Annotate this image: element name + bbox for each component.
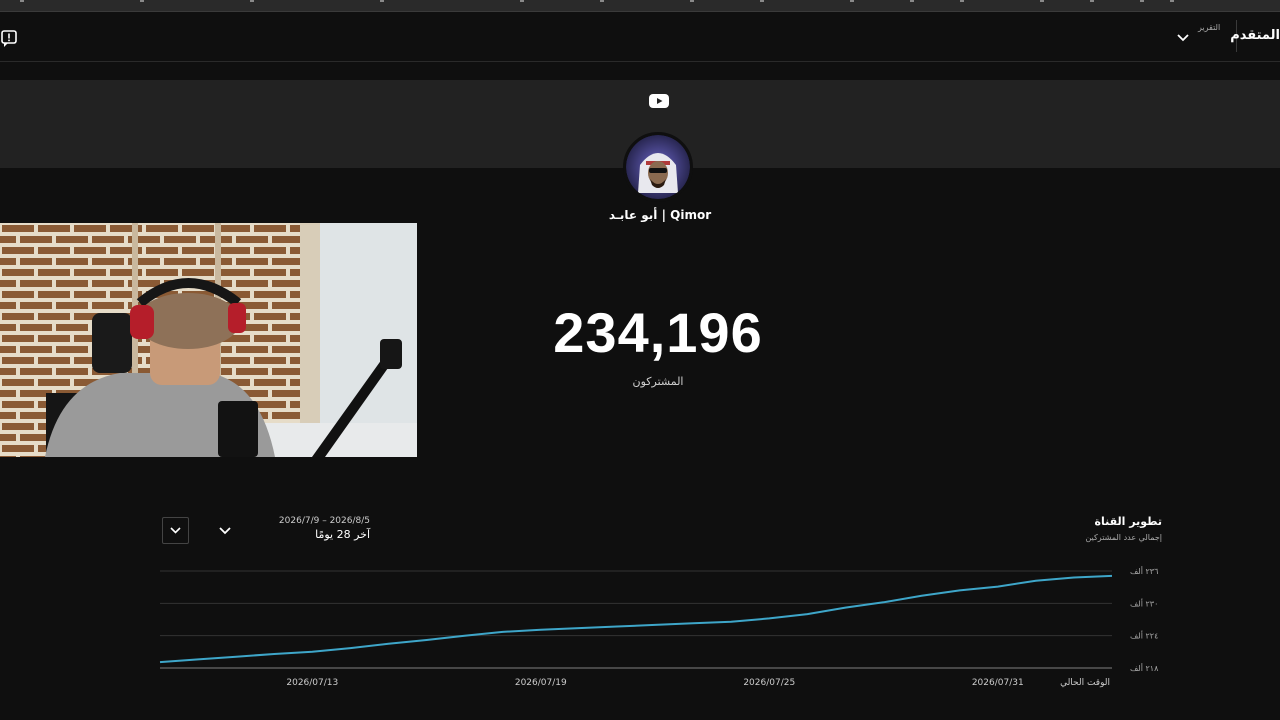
- tab-indicator: [960, 0, 964, 2]
- section-subtitle: إجمالي عدد المشتركين: [1085, 533, 1162, 542]
- chart-options-button[interactable]: [162, 517, 189, 544]
- date-range-label: آخر 28 يومًا: [315, 528, 370, 541]
- tab-indicator: [690, 0, 694, 2]
- tab-indicator: [760, 0, 764, 2]
- y-tick-label: ٢٢٤ ألف: [1130, 631, 1158, 641]
- channel-name: أبو عابـد | Qimor: [608, 208, 712, 222]
- subscriber-count: 234,196: [553, 301, 763, 364]
- chevron-down-icon: [1177, 34, 1189, 42]
- chevron-down-icon: [170, 527, 181, 534]
- tab-indicator: [140, 0, 144, 2]
- tab-indicator: [250, 0, 254, 2]
- tab-indicator: [1040, 0, 1044, 2]
- tab-indicator: [1170, 0, 1174, 2]
- report-label: التقرير: [1198, 23, 1221, 32]
- x-tick-label: 2026/07/13: [286, 678, 338, 688]
- subscriber-series-line: [159, 574, 1113, 664]
- subscriber-label: المشتركون: [632, 375, 684, 388]
- youtube-logo-icon: [649, 94, 669, 108]
- tab-indicator: [20, 0, 24, 2]
- period-dropdown-button[interactable]: [1174, 28, 1192, 46]
- date-range: 2026/7/9 – 2026/8/5: [278, 516, 370, 526]
- browser-tab-strip: [0, 0, 1280, 12]
- channel-growth-section: ٢١٨ ألف ٢٢٤ ألف ٢٣٠ ألف ٢٣٦ ألف 2026/07/13 2…: [0, 500, 1280, 720]
- y-tick-label: ٢١٨ ألف: [1130, 663, 1159, 673]
- feedback-button[interactable]: [0, 30, 20, 48]
- x-tick-label: 2026/07/31: [972, 678, 1024, 688]
- x-tick-label: 2026/07/25: [743, 678, 795, 688]
- feedback-icon: [1, 30, 17, 47]
- metric-dropdown-button[interactable]: [215, 520, 235, 540]
- chevron-down-icon: [219, 527, 231, 535]
- tab-indicator: [1140, 0, 1144, 2]
- y-tick-label: ٢٣٠ ألف: [1130, 598, 1158, 608]
- section-title: تطوير القناة: [1094, 515, 1162, 528]
- page-title: المتقدم: [1230, 28, 1280, 43]
- y-tick-label: ٢٣٦ ألف: [1130, 566, 1158, 576]
- x-tick-label: الوقت الحالي: [1060, 678, 1110, 688]
- tab-indicator: [850, 0, 854, 2]
- tab-indicator: [380, 0, 384, 2]
- tab-indicator: [520, 0, 524, 2]
- tab-indicator: [1090, 0, 1094, 2]
- studio-header: التقرير المتقدم: [0, 12, 1280, 62]
- x-tick-label: 2026/07/19: [515, 678, 567, 688]
- tab-indicator: [910, 0, 914, 2]
- channel-avatar: [623, 132, 693, 202]
- webcam-overlay: [0, 223, 417, 457]
- tab-indicator: [600, 0, 604, 2]
